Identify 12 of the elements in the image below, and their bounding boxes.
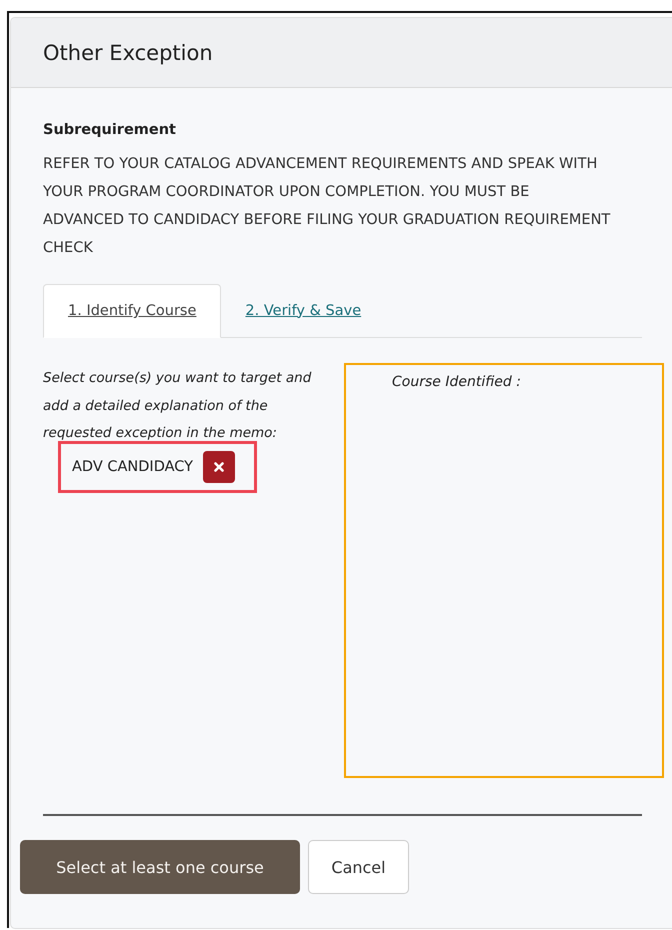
- dialog-title: Other Exception: [43, 40, 213, 64]
- tab[interactable]: 2. Verify & Save: [221, 284, 386, 337]
- requirement-text: REFER TO YOUR CATALOG ADVANCEMENT REQUIREMENTS AND SPEAK WITH YOUR PROGRAM COORDINATOR UPON COMPLETION. YOU MUST BE ADVANCED TO CANDIDACY BEFORE FILING YOUR GRADUATION REQUIREMENT CHECK: [43, 155, 612, 258]
- tab[interactable]: 1. Identify Course: [43, 284, 222, 338]
- section-heading: Subrequirement: [43, 122, 177, 138]
- submit-button[interactable]: Select at least one course: [20, 840, 300, 894]
- panel-label: Course Identified :: [392, 374, 521, 390]
- cancel-button[interactable]: Cancel: [308, 840, 409, 894]
- remove-button[interactable]: [203, 450, 235, 482]
- instruction-text: Select course(s) you want to target and add a detailed explanation of the requested exception in the memo:: [43, 369, 312, 443]
- close-icon: [214, 462, 224, 472]
- course-label: ADV CANDIDACY: [72, 458, 193, 474]
